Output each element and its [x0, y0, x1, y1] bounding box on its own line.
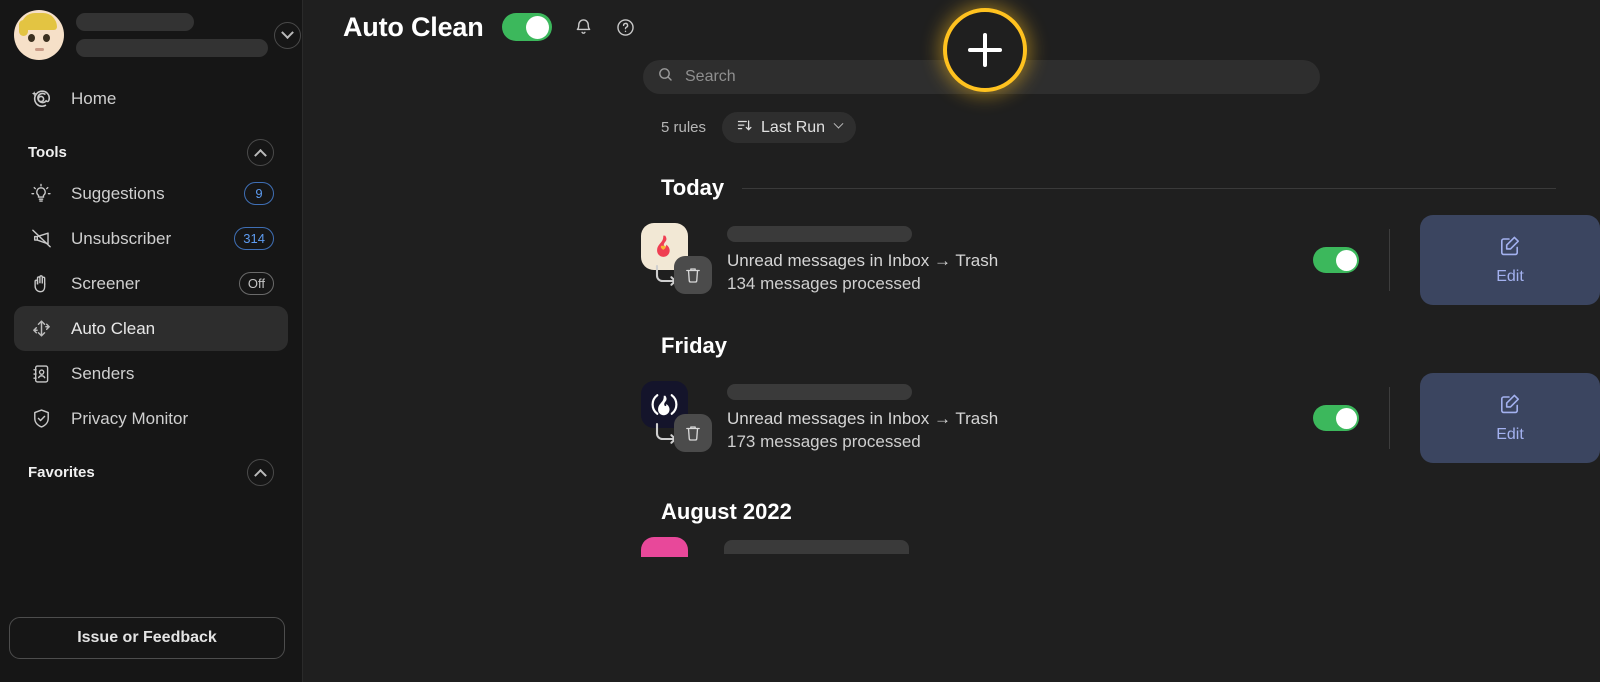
- lightbulb-icon: [28, 181, 54, 207]
- account-switcher[interactable]: [0, 0, 302, 62]
- group-header-august-2022: August 2022: [303, 492, 1600, 532]
- rule-icon-group: [641, 223, 715, 297]
- rule-description: Unread messages in Inbox → Trash: [727, 409, 999, 428]
- trash-icon: [674, 256, 712, 294]
- main-content: Auto Clean Search 5 rules Last Run Today…: [303, 0, 1600, 682]
- sidebar-item-privacy-monitor[interactable]: Privacy Monitor: [14, 396, 288, 441]
- group-header-friday: Friday: [303, 326, 1600, 366]
- edit-button[interactable]: Edit: [1420, 215, 1600, 305]
- chevron-down-icon[interactable]: [274, 21, 301, 49]
- sidebar-item-home[interactable]: Home: [14, 76, 288, 121]
- pencil-square-icon: [1498, 392, 1522, 421]
- edit-button[interactable]: Edit: [1420, 373, 1600, 463]
- divider: [1389, 229, 1390, 291]
- rule-row[interactable]: Unread messages in Inbox → Trash 134 mes…: [303, 208, 1600, 312]
- sidebar-item-unsubscriber[interactable]: Unsubscriber 314: [14, 216, 288, 261]
- group-title: August 2022: [661, 499, 792, 524]
- sidebar-item-auto-clean[interactable]: Auto Clean: [14, 306, 288, 351]
- app-window: Home Tools Suggestions 9 Unsubscriber 31…: [0, 0, 1600, 682]
- chevron-up-icon[interactable]: [247, 138, 274, 166]
- add-rule-button[interactable]: [943, 8, 1027, 92]
- rules-count: 5 rules: [661, 119, 707, 136]
- group-header-today: Today: [303, 168, 1600, 208]
- group-title: Today: [661, 175, 725, 200]
- divider: [1389, 387, 1390, 449]
- status-badge: 314: [234, 227, 274, 250]
- status-badge: 9: [244, 182, 274, 205]
- trash-icon: [674, 414, 712, 452]
- account-name-redacted: [76, 13, 268, 57]
- shield-check-icon: [28, 406, 54, 432]
- sort-label: Last Run: [761, 118, 826, 136]
- edit-label: Edit: [1496, 268, 1524, 285]
- group-title: Friday: [661, 333, 728, 358]
- sidebar-item-label: Screener: [71, 273, 140, 293]
- rule-row[interactable]: Unread messages in Inbox → Trash 173 mes…: [303, 366, 1600, 470]
- rule-text: Unread messages in Inbox → Trash 173 mes…: [727, 384, 1313, 452]
- rule-row-partial[interactable]: [303, 532, 1600, 562]
- sidebar-item-suggestions[interactable]: Suggestions 9: [14, 171, 288, 216]
- at-sparkle-icon: [28, 86, 54, 112]
- sort-dropdown[interactable]: Last Run: [722, 112, 857, 143]
- search-icon: [657, 66, 674, 88]
- rule-stats: 134 messages processed: [727, 274, 921, 293]
- rule-enable-toggle[interactable]: [1313, 405, 1359, 431]
- pencil-square-icon: [1498, 234, 1522, 263]
- sidebar-section-tools[interactable]: Tools: [14, 137, 288, 167]
- auto-clean-arrows-icon: [28, 316, 54, 342]
- rule-name-redacted: [724, 540, 909, 554]
- rule-text: Unread messages in Inbox → Trash 134 mes…: [727, 226, 1313, 294]
- sidebar-item-screener[interactable]: Screener Off: [14, 261, 288, 306]
- rule-name-redacted: [727, 384, 912, 400]
- question-circle-icon[interactable]: [612, 13, 640, 41]
- section-title: Favorites: [28, 463, 95, 481]
- sidebar-item-label: Auto Clean: [71, 318, 156, 338]
- auto-clean-master-toggle[interactable]: [501, 13, 552, 41]
- page-title: Auto Clean: [343, 11, 484, 42]
- sidebar: Home Tools Suggestions 9 Unsubscriber 31…: [0, 0, 303, 682]
- sidebar-item-senders[interactable]: Senders: [14, 351, 288, 396]
- issue-or-feedback-button[interactable]: Issue or Feedback: [9, 617, 285, 659]
- app-icon: [641, 537, 688, 557]
- contact-book-icon: [28, 361, 54, 387]
- list-meta-row: 5 rules Last Run: [661, 112, 857, 143]
- megaphone-off-icon: [28, 226, 54, 252]
- sidebar-item-label: Home: [71, 88, 117, 108]
- sidebar-item-label: Unsubscriber: [71, 228, 172, 248]
- search-placeholder: Search: [685, 68, 736, 85]
- sidebar-item-label: Suggestions: [71, 183, 165, 203]
- sidebar-item-label: Senders: [71, 363, 135, 383]
- bell-icon[interactable]: [570, 13, 598, 41]
- sidebar-section-favorites[interactable]: Favorites: [14, 457, 288, 487]
- chevron-up-icon[interactable]: [247, 458, 274, 486]
- section-title: Tools: [28, 143, 67, 161]
- rule-icon-group: [641, 381, 715, 455]
- rule-controls: Edit: [1313, 373, 1600, 463]
- sidebar-item-label: Privacy Monitor: [71, 408, 189, 428]
- rule-name-redacted: [727, 226, 912, 242]
- status-badge: Off: [238, 272, 274, 295]
- hand-raised-icon: [28, 271, 54, 297]
- sort-descending-icon: [736, 117, 753, 139]
- rule-controls: Edit: [1313, 215, 1600, 305]
- rule-stats: 173 messages processed: [727, 432, 921, 451]
- divider: [742, 187, 1556, 189]
- rules-list: Today Unread messages in Inbox → Trash 1…: [303, 168, 1600, 682]
- rule-description: Unread messages in Inbox → Trash: [727, 251, 999, 270]
- edit-label: Edit: [1496, 426, 1524, 443]
- rule-enable-toggle[interactable]: [1313, 247, 1359, 273]
- avatar[interactable]: [14, 10, 64, 60]
